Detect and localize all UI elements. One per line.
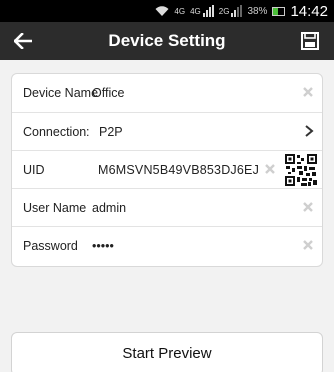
network-type-4g-signal: 4G [190,6,201,16]
device-name-field[interactable]: Office [92,86,124,100]
device-name-label: Device Name [23,86,99,100]
user-name-field[interactable]: admin [92,201,126,215]
connection-separator: : [86,124,90,139]
start-preview-button[interactable]: Start Preview [11,332,323,372]
connection-value[interactable]: P2P [99,125,123,139]
status-bar: 4G 4G 2G 38% 14:42 [0,0,334,22]
clear-icon[interactable] [302,86,314,98]
password-row[interactable]: Password ••••• [12,226,322,264]
battery-icon [272,6,286,16]
chevron-right-icon[interactable] [304,125,314,137]
network-type-2g: 2G [218,6,230,16]
uid-field[interactable]: M6MSVN5B49VB853DJ6EJ [98,163,259,177]
clear-icon[interactable] [302,201,314,213]
network-type-4g: 4G [174,6,186,16]
page-title: Device Setting [108,31,226,50]
signal-strength-icon-2 [231,5,243,17]
password-label: Password [23,238,78,253]
clock: 14:42 [290,2,328,20]
signal-strength-icon [202,5,214,17]
password-field[interactable]: ••••• [92,239,114,253]
uid-label: UID [23,162,45,177]
battery-percent: 38% [247,5,268,17]
save-button[interactable] [300,31,320,51]
wifi-icon [155,5,169,17]
floppy-save-icon [301,32,319,50]
status-icons: 4G 4G 2G 38% 14:42 [155,0,328,22]
user-name-row[interactable]: User Name admin [12,188,322,226]
device-settings-form: Device Name Office Connection : P2P UID … [11,73,323,267]
uid-row[interactable]: UID M6MSVN5B49VB853DJ6EJ [12,150,322,188]
clear-icon[interactable] [302,239,314,251]
user-name-label: User Name [23,200,87,215]
clear-icon[interactable] [264,163,276,175]
qr-code-scan-icon[interactable] [284,153,318,187]
device-name-row[interactable]: Device Name Office [12,74,322,112]
action-bar: Device Setting [0,22,334,60]
connection-label: Connection [23,124,87,139]
connection-row[interactable]: Connection : P2P [12,112,322,150]
